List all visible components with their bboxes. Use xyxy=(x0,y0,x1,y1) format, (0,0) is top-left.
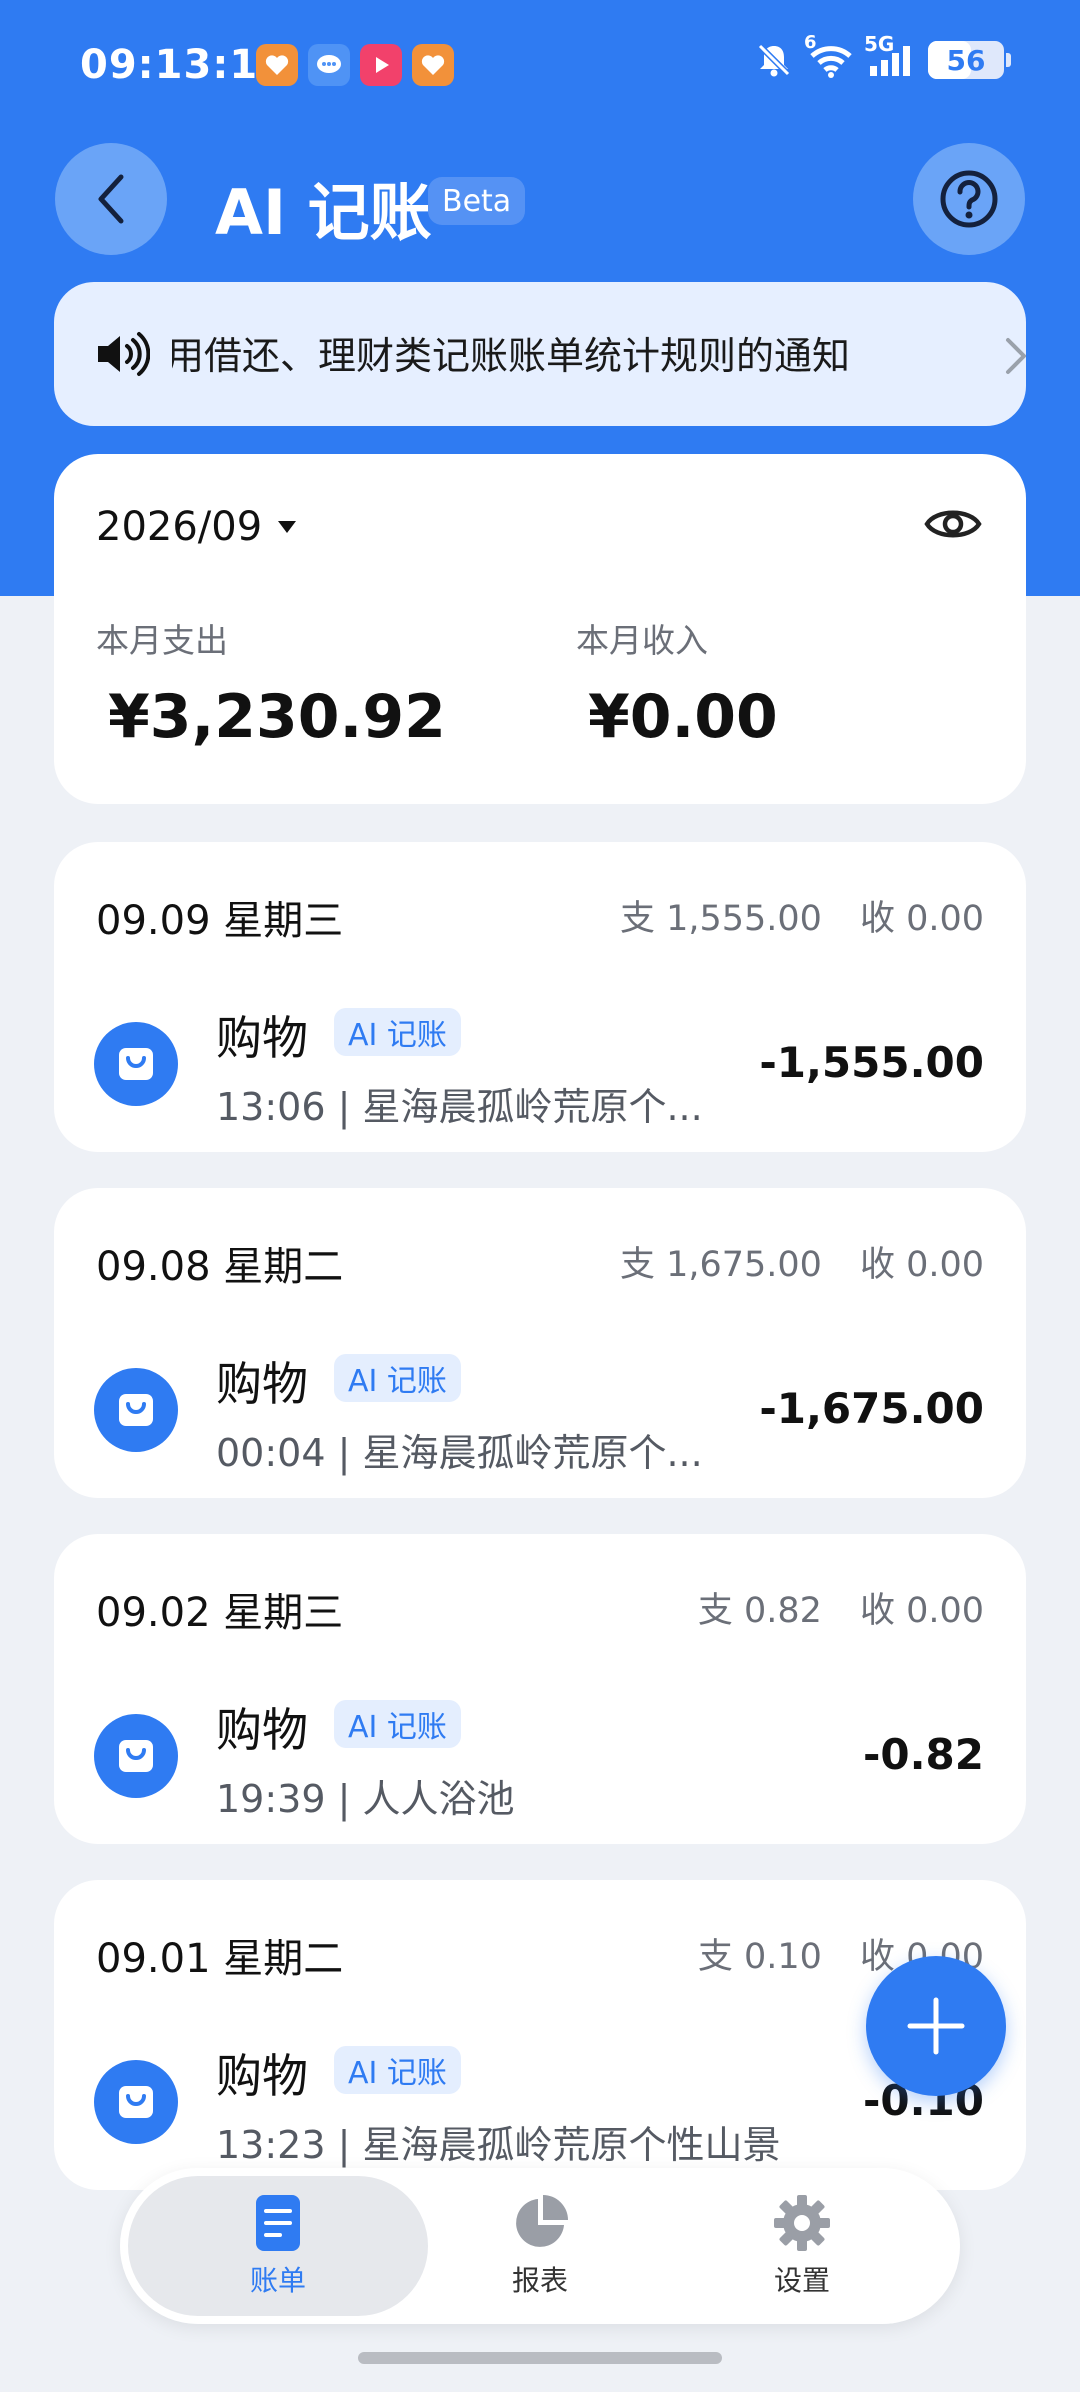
video-play-icon xyxy=(360,44,402,86)
month-label: 2026/09 xyxy=(96,504,263,550)
transaction-description: 00:04 | 星海晨孤岭荒原个... xyxy=(216,1431,703,1475)
page-title: AI 记账 xyxy=(215,176,432,249)
monthly-summary-card: 2026/09 本月支出 ¥3,230.92 本月收入 ¥0.00 xyxy=(54,454,1026,804)
ai-bookkeeping-tag: AI 记账 xyxy=(334,1008,461,1056)
notice-fade xyxy=(914,312,984,402)
bottom-navigation: 账单 报表 设置 xyxy=(120,2168,960,2324)
back-button[interactable] xyxy=(55,143,167,255)
bill-icon xyxy=(256,2195,300,2251)
eye-visibility-toggle[interactable] xyxy=(924,504,982,548)
question-mark-icon xyxy=(940,170,998,228)
notice-banner[interactable]: 用借还、理财类记账账单统计规则的通知 xyxy=(54,282,1026,426)
day-income-total: 收 0.00 xyxy=(859,1591,984,1631)
bell-muted-icon xyxy=(754,40,794,80)
transaction-amount: -1,675.00 xyxy=(759,1384,984,1433)
add-record-button[interactable] xyxy=(866,1956,1006,2096)
help-button[interactable] xyxy=(913,143,1025,255)
beta-badge: Beta xyxy=(428,177,526,225)
caret-down-icon xyxy=(278,521,297,533)
day-card: 09.09 星期三 支 1,555.00 收 0.00 购物 AI 记账 13:… xyxy=(54,842,1026,1152)
day-expense-total: 支 1,675.00 xyxy=(619,1245,822,1285)
transaction-description: 19:39 | 人人浴池 xyxy=(216,1777,515,1821)
income-value: ¥0.00 xyxy=(588,682,778,752)
eye-icon xyxy=(924,510,982,538)
notice-text: 用借还、理财类记账账单统计规则的通知 xyxy=(172,334,851,378)
chevron-right-icon xyxy=(1002,336,1026,380)
day-expense-total: 支 1,555.00 xyxy=(619,899,822,939)
home-indicator[interactable] xyxy=(358,2352,722,2364)
gear-icon xyxy=(774,2195,830,2251)
day-card: 09.08 星期二 支 1,675.00 收 0.00 购物 AI 记账 00:… xyxy=(54,1188,1026,1498)
nav-item-reports[interactable]: 报表 xyxy=(390,2176,690,2316)
day-income-total: 收 0.00 xyxy=(859,899,984,939)
day-totals: 支 1,675.00 收 0.00 xyxy=(620,1236,984,1287)
cellular-signal-icon: 5G xyxy=(864,32,914,80)
day-totals: 支 1,555.00 收 0.00 xyxy=(620,890,984,941)
day-expense-total: 支 0.82 xyxy=(697,1591,822,1631)
shopping-bag-icon xyxy=(94,1714,178,1798)
chat-bubble-icon xyxy=(308,44,350,86)
nav-item-bills[interactable]: 账单 xyxy=(128,2176,428,2316)
expense-value: ¥3,230.92 xyxy=(108,682,446,752)
transaction-category: 购物 xyxy=(216,1703,308,1757)
wifi-icon: 6 xyxy=(804,32,854,80)
ai-bookkeeping-tag: AI 记账 xyxy=(334,1354,461,1402)
income-label: 本月收入 xyxy=(576,621,708,660)
day-card: 09.02 星期三 支 0.82 收 0.00 购物 AI 记账 19:39 |… xyxy=(54,1534,1026,1844)
day-date: 09.09 星期三 xyxy=(96,898,344,944)
nav-label-reports: 报表 xyxy=(511,2264,568,2297)
heart-app-icon xyxy=(412,44,454,86)
notification-icons xyxy=(256,44,454,86)
ai-bookkeeping-tag: AI 记账 xyxy=(334,2046,461,2094)
month-picker[interactable]: 2026/09 xyxy=(96,504,298,550)
shopping-bag-icon xyxy=(94,2060,178,2144)
shopping-bag-icon xyxy=(94,1022,178,1106)
transaction-category: 购物 xyxy=(216,1011,308,1065)
speaker-icon xyxy=(94,330,151,382)
plus-icon xyxy=(907,1997,965,2055)
status-bar: 09:13:13 6 5G 56 xyxy=(0,30,1080,106)
day-income-total: 收 0.00 xyxy=(859,1245,984,1285)
day-expense-total: 支 0.10 xyxy=(697,1937,822,1977)
battery-tip xyxy=(1006,53,1011,67)
transaction-description: 13:23 | 星海晨孤岭荒原个性山景 xyxy=(216,2123,781,2167)
transaction-amount: -0.82 xyxy=(862,1730,984,1779)
battery-indicator: 56 xyxy=(928,41,1011,79)
day-date: 09.02 星期三 xyxy=(96,1590,344,1636)
day-totals: 支 0.82 收 0.00 xyxy=(698,1582,984,1633)
battery-level: 56 xyxy=(946,43,986,77)
transaction-amount: -1,555.00 xyxy=(759,1038,984,1087)
system-icons: 6 5G 56 xyxy=(754,32,1011,80)
wifi-badge: 6 xyxy=(804,32,817,53)
transaction-category: 购物 xyxy=(216,2049,308,2103)
chevron-left-icon xyxy=(98,174,124,224)
title-bar: AI 记账 Beta xyxy=(0,140,1080,260)
day-date: 09.08 星期二 xyxy=(96,1244,344,1290)
transaction-description: 13:06 | 星海晨孤岭荒原个... xyxy=(216,1085,703,1129)
network-type-label: 5G xyxy=(864,32,895,56)
ai-bookkeeping-page: 09:13:13 6 5G 56 AI 记账 Beta 用借还、理财类记账账单统… xyxy=(0,0,1080,2392)
pie-chart-icon xyxy=(516,2195,568,2247)
nav-item-settings[interactable]: 设置 xyxy=(652,2176,952,2316)
nav-label-settings: 设置 xyxy=(773,2264,830,2297)
nav-label-bills: 账单 xyxy=(249,2264,306,2297)
transaction-category: 购物 xyxy=(216,1357,308,1411)
heart-app-icon xyxy=(256,44,298,86)
day-date: 09.01 星期二 xyxy=(96,1936,344,1982)
shopping-bag-icon xyxy=(94,1368,178,1452)
ai-bookkeeping-tag: AI 记账 xyxy=(334,1700,461,1748)
expense-label: 本月支出 xyxy=(96,621,228,660)
